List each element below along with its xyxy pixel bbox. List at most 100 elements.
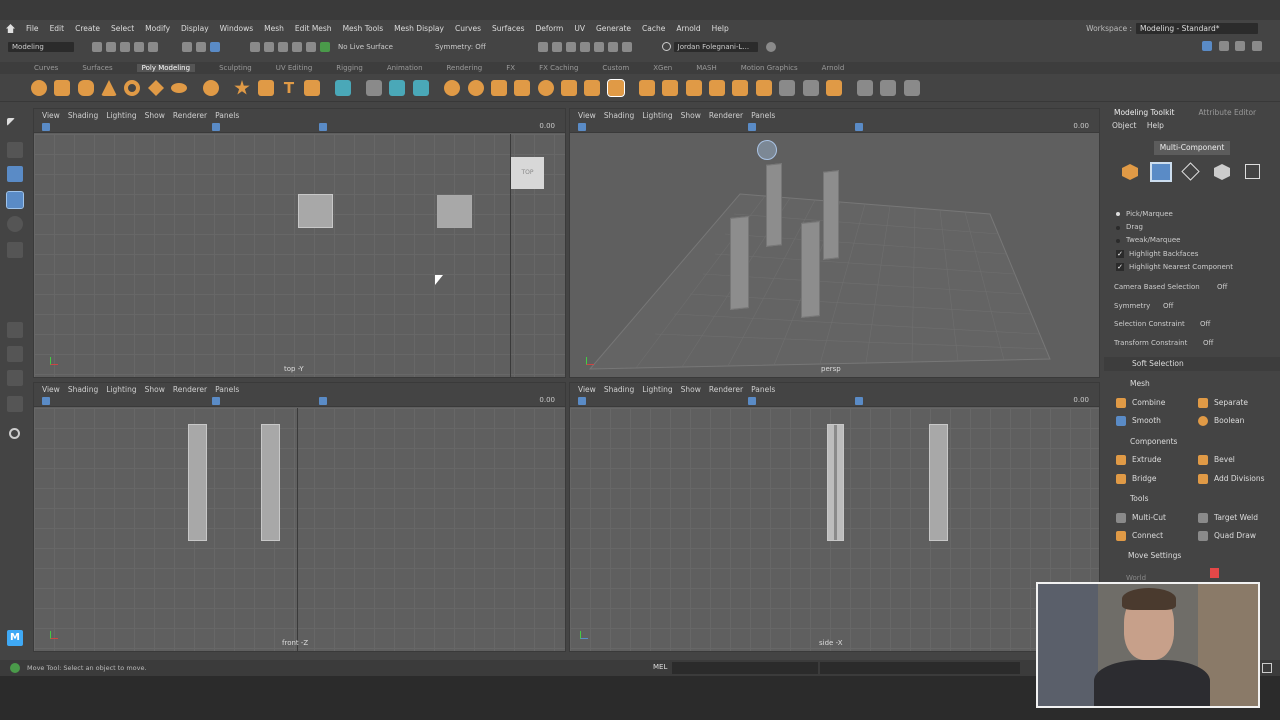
hypershade-icon[interactable]	[593, 41, 604, 52]
combine-icon[interactable]	[444, 80, 460, 96]
menu-curves[interactable]: Curves	[455, 24, 481, 33]
move-tool-icon[interactable]	[6, 191, 24, 209]
shelf-tab-motion-graphics[interactable]: Motion Graphics	[741, 64, 798, 72]
radio-drag-icon[interactable]	[1116, 226, 1120, 230]
vp-menu-view[interactable]: View	[42, 385, 60, 394]
boolean-intersection-icon[interactable]	[538, 80, 554, 96]
vp-menu-renderer[interactable]: Renderer	[709, 111, 743, 120]
vp-menu-renderer[interactable]: Renderer	[173, 385, 207, 394]
menu-mesh-display[interactable]: Mesh Display	[394, 24, 444, 33]
attribute-editor-icon[interactable]	[1218, 41, 1229, 51]
shelf-tab-rendering[interactable]: Rendering	[447, 64, 483, 72]
menu-windows[interactable]: Windows	[220, 24, 253, 33]
world-option[interactable]: World	[1126, 574, 1146, 582]
reset-icon[interactable]	[1210, 568, 1219, 578]
exposure-value[interactable]: 0.00	[1073, 396, 1089, 404]
menu-display[interactable]: Display	[181, 24, 209, 33]
connect-button[interactable]: Connect	[1108, 528, 1188, 543]
command-input[interactable]	[672, 662, 818, 674]
rotate-tool-icon[interactable]	[7, 216, 23, 232]
vp-menu-lighting[interactable]: Lighting	[642, 385, 672, 394]
fill-hole-icon[interactable]	[732, 80, 748, 96]
extrude-icon[interactable]	[639, 80, 655, 96]
vp-menu-renderer[interactable]: Renderer	[709, 385, 743, 394]
online-help-icon[interactable]	[765, 41, 776, 52]
vp-menu-panels[interactable]: Panels	[751, 111, 775, 120]
shelf-tab-sculpting[interactable]: Sculpting	[219, 64, 252, 72]
menu-uv[interactable]: UV	[574, 24, 585, 33]
scale-tool-icon[interactable]	[7, 242, 23, 258]
viewport-persp[interactable]: View Shading Lighting Show Renderer Pane…	[569, 108, 1100, 378]
user-avatar-icon[interactable]	[661, 42, 671, 51]
uv-mode-icon[interactable]	[1245, 164, 1260, 179]
symmetry-label[interactable]: Symmetry	[1114, 302, 1150, 310]
poly-torus-icon[interactable]	[124, 80, 140, 96]
boolean-button[interactable]: Boolean	[1190, 413, 1270, 428]
menu-cache[interactable]: Cache	[642, 24, 665, 33]
grid-toggle-icon[interactable]	[748, 123, 756, 131]
pillar-side-view[interactable]	[827, 424, 844, 541]
persp-outliner-layout-icon[interactable]	[7, 370, 23, 386]
pick-marquee-option[interactable]: Pick/Marquee	[1126, 210, 1173, 218]
tool-settings-icon[interactable]	[1235, 41, 1246, 51]
render-settings-icon[interactable]	[579, 41, 590, 52]
symmetry-value[interactable]: Off	[1163, 302, 1173, 310]
pillar-front-view[interactable]	[261, 424, 280, 541]
channel-box-icon[interactable]	[1251, 41, 1262, 51]
shelf-tab-fx-caching[interactable]: FX Caching	[539, 64, 578, 72]
vp-menu-shading[interactable]: Shading	[604, 111, 634, 120]
exposure-value[interactable]: 0.00	[539, 122, 555, 130]
quad-draw-icon[interactable]	[857, 80, 873, 96]
grid-toggle-icon[interactable]	[748, 397, 756, 405]
target-weld-icon[interactable]	[803, 80, 819, 96]
viewport-top[interactable]: View Shading Lighting Show Renderer Pane…	[33, 108, 566, 378]
transform-constraint-value[interactable]: Off	[1203, 339, 1213, 347]
menu-set-dropdown[interactable]: Modeling	[8, 41, 74, 52]
sweep-mesh-icon[interactable]	[258, 80, 274, 96]
face-normal-icon[interactable]	[413, 80, 429, 96]
camera-icon[interactable]	[42, 123, 50, 131]
multi-component-mode-icon[interactable]	[1150, 162, 1172, 182]
tools-section[interactable]: Tools	[1104, 492, 1280, 506]
pause-icon[interactable]	[621, 41, 632, 52]
poly-disc-icon[interactable]	[171, 83, 187, 93]
add-divisions-button[interactable]: Add Divisions	[1190, 471, 1270, 486]
bridge-button[interactable]: Bridge	[1108, 471, 1188, 486]
render-current-icon[interactable]	[551, 41, 562, 52]
view-cube[interactable]: TOP	[511, 157, 544, 189]
object-mode-icon[interactable]	[1122, 164, 1138, 180]
shelf-tab-animation[interactable]: Animation	[387, 64, 423, 72]
shelf-tab-surfaces[interactable]: Surfaces	[82, 64, 112, 72]
radio-tweak-marquee-icon[interactable]	[1116, 239, 1120, 243]
show-pivot-icon[interactable]	[366, 80, 382, 96]
snap-grid-icon[interactable]	[250, 41, 260, 52]
user-account-dropdown[interactable]: Jordan Folegnani-L...	[673, 41, 758, 52]
vp-menu-lighting[interactable]: Lighting	[106, 385, 136, 394]
menu-arnold[interactable]: Arnold	[676, 24, 700, 33]
menu-edit-mesh[interactable]: Edit Mesh	[295, 24, 332, 33]
snap-surface-icon[interactable]	[306, 41, 316, 52]
menu-surfaces[interactable]: Surfaces	[492, 24, 524, 33]
mirror-icon[interactable]	[561, 80, 577, 96]
vp-menu-show[interactable]: Show	[681, 385, 701, 394]
poly-platonic-icon[interactable]	[203, 80, 219, 96]
pillar-side-view[interactable]	[929, 424, 948, 541]
shelf-tab-poly-modeling[interactable]: Poly Modeling	[136, 64, 196, 72]
exposure-value[interactable]: 0.00	[1073, 122, 1089, 130]
reduce-icon[interactable]	[607, 79, 625, 97]
poly-cylinder-icon[interactable]	[78, 80, 94, 96]
four-view-layout-icon[interactable]	[7, 346, 23, 362]
shelf-tab-curves[interactable]: Curves	[34, 64, 58, 72]
menu-create[interactable]: Create	[75, 24, 100, 33]
snap-together-icon[interactable]	[389, 80, 405, 96]
vp-menu-show[interactable]: Show	[145, 111, 165, 120]
vp-menu-lighting[interactable]: Lighting	[106, 111, 136, 120]
move-settings-section[interactable]: Move Settings	[1104, 549, 1280, 563]
command-type-label[interactable]: MEL	[653, 663, 667, 671]
vp-menu-shading[interactable]: Shading	[68, 385, 98, 394]
outliner-icon[interactable]	[7, 396, 23, 412]
maya-home-icon[interactable]: M	[7, 630, 23, 646]
script-editor-icon[interactable]	[1262, 663, 1272, 673]
poly-cube-icon[interactable]	[54, 80, 70, 96]
select-hierarchy-icon[interactable]	[182, 41, 192, 52]
